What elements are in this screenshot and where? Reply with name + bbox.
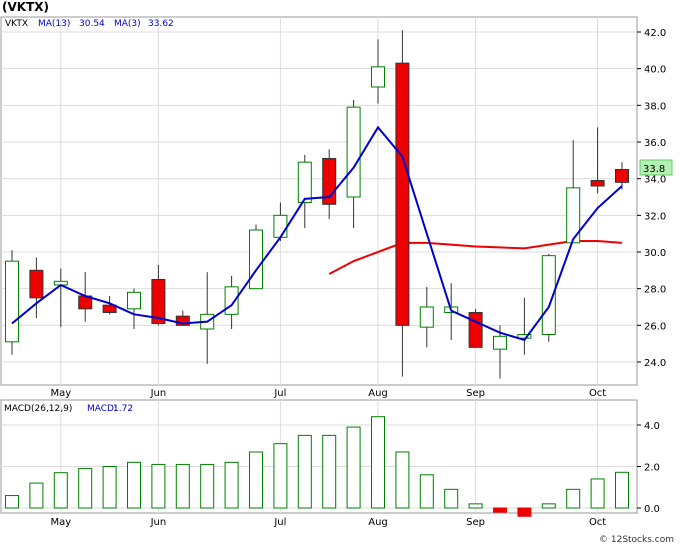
price-x-axis: May Jun Jul Aug Sep Oct bbox=[50, 388, 606, 399]
price-y-tick-label: 34.0 bbox=[644, 175, 666, 186]
macd-x-tick-label: Jul bbox=[273, 517, 286, 528]
macd-x-tick-label: Aug bbox=[368, 517, 388, 528]
candle-body bbox=[249, 229, 263, 290]
macd-bar bbox=[297, 434, 312, 509]
price-y-tick-label: 28.0 bbox=[644, 285, 666, 296]
candle bbox=[249, 224, 263, 290]
macd-bar bbox=[419, 474, 434, 509]
legend-ticker: VKTX bbox=[5, 19, 28, 29]
legend-ma13-value: 30.54 bbox=[79, 19, 105, 29]
price-y-tick-label: 30.0 bbox=[644, 248, 666, 259]
macd-bar bbox=[273, 443, 288, 509]
price-y-tick-label: 36.0 bbox=[644, 138, 666, 149]
candle bbox=[5, 250, 19, 355]
candle-body bbox=[297, 161, 312, 204]
macd-bar bbox=[395, 451, 410, 509]
macd-panel bbox=[0, 399, 638, 514]
watermark: © 12Stocks.com bbox=[599, 535, 674, 545]
candle-body bbox=[468, 312, 483, 348]
candle-body bbox=[395, 62, 410, 326]
macd-bar bbox=[127, 461, 141, 509]
macd-y-axis: 0.0 2.0 4.0 bbox=[637, 421, 660, 515]
macd-bar bbox=[249, 451, 263, 509]
price-y-tick-label: 42.0 bbox=[644, 28, 666, 39]
legend-ma13-label: MA(13) bbox=[38, 19, 70, 29]
macd-bar bbox=[200, 463, 215, 509]
macd-bar bbox=[53, 472, 68, 509]
price-x-tick-label: Jul bbox=[273, 388, 286, 399]
macd-bar bbox=[175, 463, 190, 509]
macd-bar bbox=[566, 488, 581, 509]
price-y-axis: 24.0 26.0 28.0 30.0 32.0 34.0 36.0 38.0 40.0 42.0 bbox=[637, 28, 666, 369]
candle bbox=[468, 308, 483, 348]
macd-legend-value: 1.72 bbox=[113, 404, 133, 414]
macd-bar bbox=[468, 503, 483, 509]
price-x-tick-label: Jun bbox=[150, 388, 167, 399]
macd-bar bbox=[78, 468, 93, 509]
candle-body bbox=[273, 214, 288, 238]
last-price-label: 33.8 bbox=[643, 164, 665, 175]
candle-body bbox=[127, 291, 141, 310]
macd-bar bbox=[541, 503, 556, 509]
macd-bar bbox=[517, 507, 532, 517]
macd-y-tick-label: 2.0 bbox=[644, 463, 660, 474]
candle bbox=[541, 253, 556, 342]
macd-bar bbox=[371, 416, 385, 509]
macd-bar bbox=[346, 426, 361, 509]
macd-x-tick-label: Jun bbox=[150, 517, 167, 528]
candle bbox=[395, 30, 410, 377]
macd-y-tick-label: 0.0 bbox=[644, 504, 660, 515]
candle-body bbox=[29, 269, 44, 299]
macd-bar bbox=[224, 461, 239, 509]
price-x-tick-label: Sep bbox=[466, 388, 485, 399]
legend-ma3-value: 33.62 bbox=[148, 19, 174, 29]
candle-body bbox=[590, 180, 605, 187]
macd-bar bbox=[151, 463, 166, 509]
macd-x-axis: May Jun Jul Aug Sep Oct bbox=[50, 517, 606, 528]
candle-body bbox=[419, 306, 434, 328]
candle-body bbox=[224, 286, 239, 315]
price-y-tick-label: 40.0 bbox=[644, 65, 666, 76]
price-y-tick-label: 32.0 bbox=[644, 211, 666, 222]
macd-bar bbox=[5, 495, 19, 509]
candle-body bbox=[5, 260, 19, 343]
macd-legend-label: MACD(26,12,9) bbox=[4, 404, 72, 414]
candle-body bbox=[371, 66, 385, 88]
candle-body bbox=[493, 335, 507, 350]
macd-bar bbox=[493, 507, 507, 513]
macd-x-tick-label: Sep bbox=[466, 517, 485, 528]
macd-x-tick-label: Oct bbox=[589, 517, 606, 528]
candle-body bbox=[615, 169, 629, 183]
price-x-tick-label: Aug bbox=[368, 388, 388, 399]
macd-bar bbox=[29, 482, 44, 509]
legend-ma3-label: MA(3) bbox=[114, 19, 141, 29]
macd-y-tick-label: 4.0 bbox=[644, 421, 660, 432]
price-x-tick-label: May bbox=[50, 388, 71, 399]
price-y-tick-label: 26.0 bbox=[644, 321, 666, 332]
price-x-tick-label: Oct bbox=[589, 388, 606, 399]
macd-x-tick-label: May bbox=[50, 517, 71, 528]
macd-bar bbox=[615, 471, 629, 509]
chart-canvas: 24.0 26.0 28.0 30.0 32.0 34.0 36.0 38.0 40.0 42.0… bbox=[0, 16, 674, 545]
macd-bar bbox=[322, 434, 337, 509]
macd-bar bbox=[102, 466, 117, 509]
macd-bar bbox=[444, 488, 459, 509]
macd-bar bbox=[590, 478, 605, 509]
price-panel bbox=[0, 16, 638, 386]
price-y-tick-label: 38.0 bbox=[644, 101, 666, 112]
candle-body bbox=[346, 106, 361, 198]
price-y-tick-label: 24.0 bbox=[644, 358, 666, 369]
